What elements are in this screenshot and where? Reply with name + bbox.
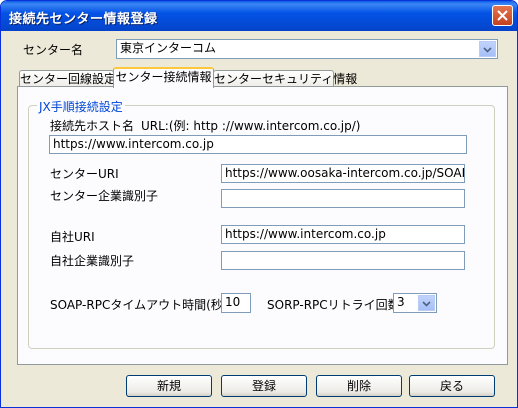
center-name-select[interactable]: 東京インターコム <box>116 39 498 59</box>
retry-label: SORP-RPCリトライ回数 <box>267 298 400 312</box>
center-company-id-label: センター企業識別子 <box>50 189 159 203</box>
center-uri-label: センターURI <box>50 167 119 181</box>
center-name-value: 東京インターコム <box>120 41 217 55</box>
new-button[interactable]: 新規 <box>126 375 212 397</box>
chevron-down-icon <box>483 47 492 53</box>
register-button[interactable]: 登録 <box>221 375 307 397</box>
group-legend: JX手順接続設定 <box>37 98 125 115</box>
host-input[interactable]: https://www.intercom.co.jp <box>49 135 467 154</box>
chevron-down-icon <box>422 301 431 307</box>
center-name-label: センター名 <box>23 43 84 57</box>
own-company-id-label: 自社企業識別子 <box>50 254 135 268</box>
host-hint: URL:(例: http ://www.intercom.co.jp/) <box>141 119 361 133</box>
own-uri-input[interactable]: https://www.intercom.co.jp <box>221 225 465 244</box>
close-button[interactable] <box>492 5 513 26</box>
own-company-id-input[interactable] <box>221 251 465 270</box>
own-uri-label: 自社URI <box>50 230 95 244</box>
center-name-dropdown-button[interactable] <box>479 41 496 57</box>
retry-select[interactable]: 3 <box>393 293 437 313</box>
tab-center-connection-info[interactable]: センター接続情報 <box>113 67 214 88</box>
timeout-label: SOAP-RPCタイムアウト時間(秒) <box>50 298 228 312</box>
close-icon <box>497 10 508 21</box>
delete-button[interactable]: 削除 <box>316 375 402 397</box>
connection-info-panel: JX手順接続設定 接続先ホスト名 URL:(例: http ://www.int… <box>17 86 508 365</box>
back-button[interactable]: 戻る <box>409 375 495 397</box>
timeout-input[interactable]: 10 <box>221 293 251 313</box>
center-uri-input[interactable]: https://www.oosaka-intercom.co.jp/SOAP-S… <box>221 164 465 183</box>
dialog-content: センター名 東京インターコム センター回線設定 センター接続情報 センターセキュ… <box>4 31 514 404</box>
title-bar[interactable]: 接続先センター情報登録 <box>1 1 517 31</box>
dialog-window: 接続先センター情報登録 センター名 東京インターコム センター回線設定 センター… <box>0 0 518 408</box>
retry-value: 3 <box>397 295 405 309</box>
retry-dropdown-button[interactable] <box>418 295 435 311</box>
host-label: 接続先ホスト名 <box>50 119 135 133</box>
center-company-id-input[interactable] <box>221 189 465 208</box>
window-title: 接続先センター情報登録 <box>9 12 158 27</box>
jx-connection-group: JX手順接続設定 接続先ホスト名 URL:(例: http ://www.int… <box>28 98 495 349</box>
